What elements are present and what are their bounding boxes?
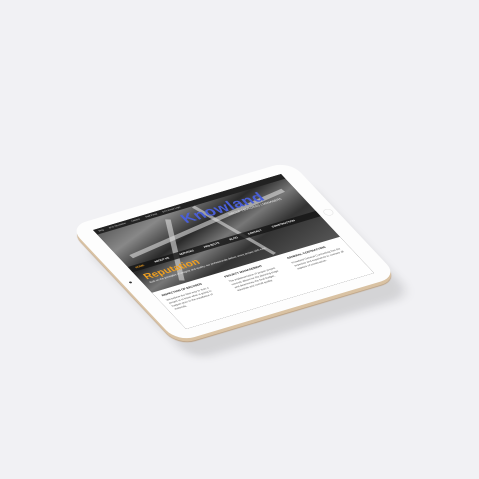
home-button[interactable] — [321, 208, 336, 217]
nav-home[interactable]: HOME — [135, 264, 145, 269]
service-text: We believe the best way to start a proje… — [165, 287, 214, 311]
topbar-link[interactable]: Careers — [131, 218, 141, 222]
ipad-mockup: Blog BCS Newsletter Careers Staff Portal… — [68, 160, 413, 361]
service-text: The implementation of proper project con… — [228, 267, 280, 292]
topbar-link[interactable]: Blog — [98, 229, 105, 232]
nav-blog[interactable]: BLOG — [229, 237, 239, 241]
